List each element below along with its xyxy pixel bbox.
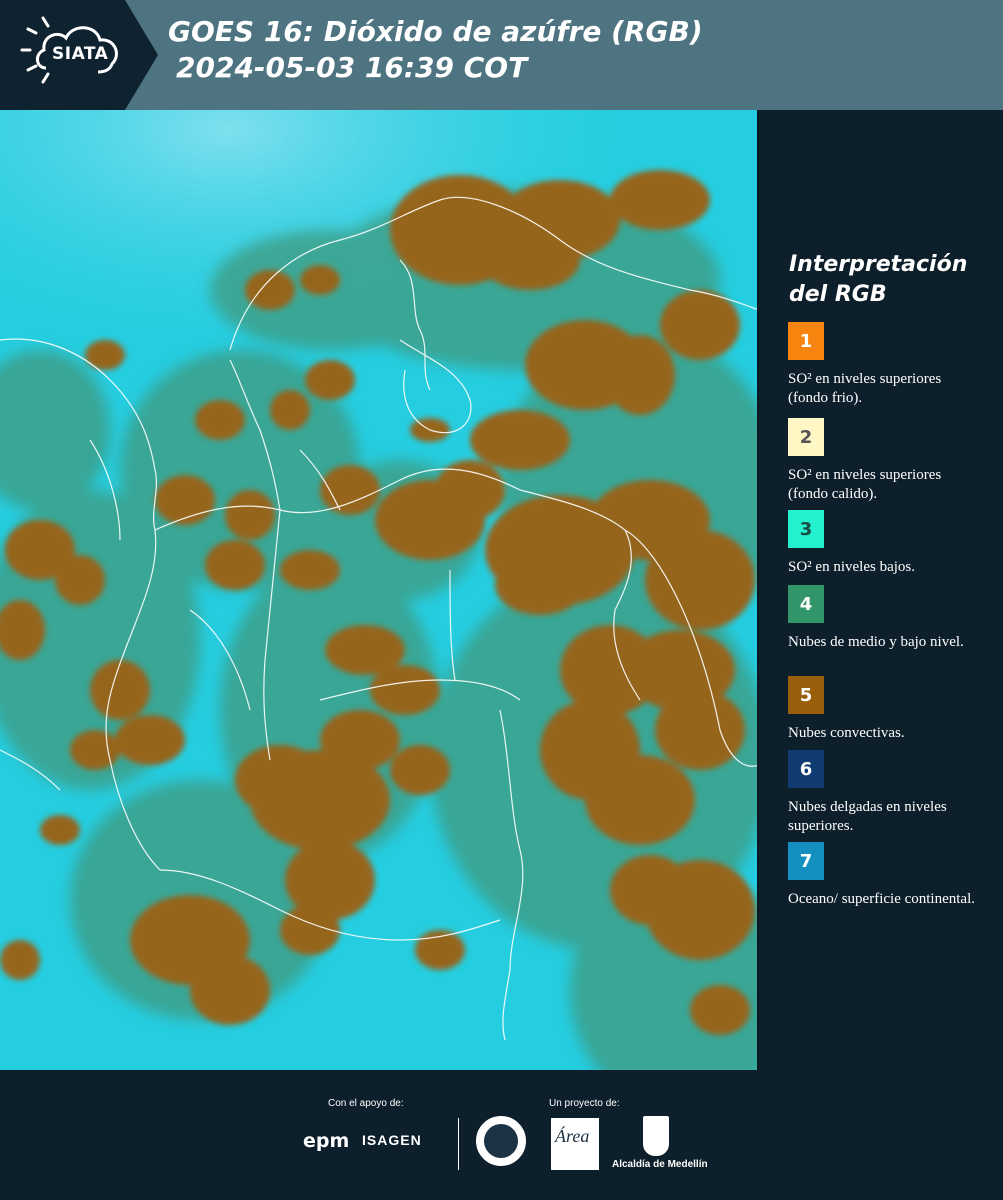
legend-item-5: 5 Nubes convectivas. [788, 676, 978, 743]
legend-label-4: Nubes de medio y bajo nivel. [788, 634, 964, 650]
satellite-map [0, 110, 759, 1070]
legend-item-1: 1 SO² en niveles superiores (fondo frio)… [788, 322, 978, 408]
legend-swatch-5: 5 [788, 676, 824, 714]
siata-logo: SIATA [0, 0, 158, 110]
legend-label-3: SO² en niveles bajos. [788, 559, 915, 575]
satellite-image [0, 110, 757, 1070]
legend-panel: Interpretación del RGB 1 SO² en niveles … [759, 110, 1003, 1070]
legend-item-2: 2 SO² en niveles superiores (fondo calid… [788, 418, 978, 504]
area-metropolitana-logo: Área [551, 1118, 599, 1170]
alcaldia-shield-icon [643, 1116, 669, 1156]
legend-label-6: Nubes delgadas en niveles superiores. [788, 799, 947, 834]
legend-label-1: SO² en niveles superiores (fondo frio). [788, 371, 942, 406]
legend-item-3: 3 SO² en niveles bajos. [788, 510, 978, 577]
footer: Con el apoyo de: Un proyecto de: epm ISA… [0, 1070, 1003, 1200]
epm-logo: epm [303, 1130, 350, 1152]
legend-swatch-7: 7 [788, 842, 824, 880]
header: SIATA GOES 16: Dióxido de azúfre (RGB) 2… [0, 0, 1003, 110]
legend-swatch-1: 1 [788, 322, 824, 360]
legend-item-4: 4 Nubes de medio y bajo nivel. [788, 585, 978, 652]
legend-swatch-4: 4 [788, 585, 824, 623]
legend-swatch-6: 6 [788, 750, 824, 788]
title-timestamp: 2024-05-03 16:39 COT [176, 51, 528, 84]
legend-item-6: 6 Nubes delgadas en niveles superiores. [788, 750, 978, 836]
title-product: GOES 16: Dióxido de azúfre (RGB) [168, 15, 703, 48]
footer-divider [458, 1118, 459, 1170]
medellin-seal-logo [476, 1116, 526, 1166]
legend-item-7: 7 Oceano/ superficie continental. [788, 842, 978, 909]
page-title: GOES 16: Dióxido de azúfre (RGB) 2024-05… [168, 14, 703, 86]
alcaldia-logo-text: Alcaldía de Medellín [612, 1159, 708, 1170]
logo-text: SIATA [52, 44, 109, 64]
legend-title: Interpretación del RGB [789, 250, 967, 310]
legend-label-7: Oceano/ superficie continental. [788, 891, 976, 907]
legend-title-line2: del RGB [789, 282, 887, 307]
legend-swatch-3: 3 [788, 510, 824, 548]
isagen-logo: ISAGEN [362, 1132, 422, 1148]
legend-title-line1: Interpretación [789, 252, 968, 277]
legend-label-2: SO² en niveles superiores (fondo calido)… [788, 467, 942, 502]
support-label: Con el apoyo de: [328, 1098, 404, 1109]
legend-swatch-2: 2 [788, 418, 824, 456]
project-label: Un proyecto de: [549, 1098, 620, 1109]
legend-label-5: Nubes convectivas. [788, 725, 905, 741]
